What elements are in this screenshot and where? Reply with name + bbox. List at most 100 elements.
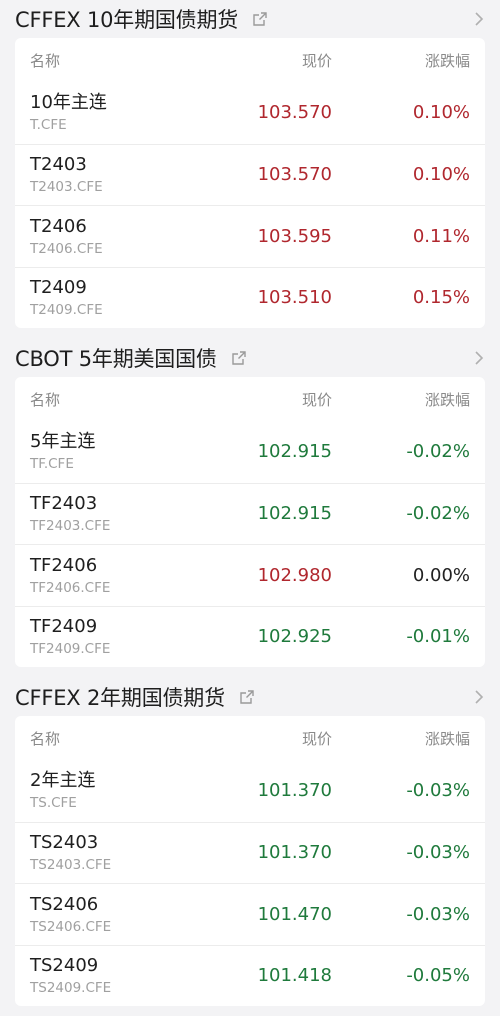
external-link-icon[interactable] xyxy=(231,350,247,366)
instrument-cell: TF2409 TF2409.CFE xyxy=(30,615,212,658)
header-price[interactable]: 现价 xyxy=(212,50,332,71)
instrument-cell: 5年主连 TF.CFE xyxy=(30,430,212,473)
instrument-code: T2403.CFE xyxy=(30,179,103,196)
quote-table: 名称 现价 涨跌幅 2年主连 TS.CFE 101.370 -0.03% TS2403 T… xyxy=(15,716,485,1006)
instrument-code: TS2403.CFE xyxy=(30,857,112,874)
instrument-cell: 2年主连 TS.CFE xyxy=(30,769,212,812)
table-row[interactable]: T2409 T2409.CFE 103.510 0.15% xyxy=(15,266,485,329)
table-row[interactable]: TS2406 TS2406.CFE 101.470 -0.03% xyxy=(15,883,485,945)
current-price: 102.980 xyxy=(257,564,332,586)
chevron-right-icon[interactable] xyxy=(474,11,484,27)
header-price[interactable]: 现价 xyxy=(212,389,332,410)
section-header[interactable]: CFFEX 2年期国债期货 xyxy=(0,678,500,716)
section-cffex-2y: CFFEX 2年期国债期货 名称 现价 涨跌幅 2年主连 TS.CFE 101.37… xyxy=(0,678,500,1006)
instrument-cell: TS2406 TS2406.CFE xyxy=(30,893,212,936)
instrument-cell: TS2403 TS2403.CFE xyxy=(30,831,212,874)
section-title: CBOT 5年期美国国债 xyxy=(15,347,217,371)
current-price: 101.370 xyxy=(257,780,332,802)
instrument-cell: T2403 T2403.CFE xyxy=(30,153,212,196)
change-percent: -0.02% xyxy=(406,441,470,463)
change-percent: 0.00% xyxy=(412,564,470,586)
section-cffex-10y: CFFEX 10年期国债期货 名称 现价 涨跌幅 10年主连 T.CFE 103.5… xyxy=(0,0,500,328)
instrument-name: TF2406 xyxy=(30,554,98,576)
table-header: 名称 现价 涨跌幅 xyxy=(15,716,485,760)
change-percent: 0.11% xyxy=(412,225,470,247)
instrument-code: T.CFE xyxy=(30,117,67,134)
table-header: 名称 现价 涨跌幅 xyxy=(15,377,485,421)
header-name: 名称 xyxy=(30,51,61,70)
change-percent: -0.05% xyxy=(406,965,470,987)
instrument-code: TS2406.CFE xyxy=(30,918,112,935)
header-change[interactable]: 涨跌幅 xyxy=(332,50,470,71)
header-name: 名称 xyxy=(30,390,61,409)
current-price: 103.570 xyxy=(257,102,332,124)
table-row[interactable]: TF2406 TF2406.CFE 102.980 0.00% xyxy=(15,544,485,606)
chevron-right-icon[interactable] xyxy=(474,350,484,366)
instrument-code: TF2409.CFE xyxy=(30,641,111,658)
instrument-cell: T2406 T2406.CFE xyxy=(30,215,212,258)
instrument-name: TF2409 xyxy=(30,616,98,638)
table-header: 名称 现价 涨跌幅 xyxy=(15,38,485,82)
change-percent: 0.10% xyxy=(412,102,470,124)
instrument-name: TF2403 xyxy=(30,493,98,515)
table-row[interactable]: 10年主连 T.CFE 103.570 0.10% xyxy=(15,82,485,144)
instrument-name: TS2403 xyxy=(30,832,99,854)
current-price: 102.915 xyxy=(257,503,332,525)
change-percent: -0.01% xyxy=(406,626,470,648)
current-price: 101.418 xyxy=(257,965,332,987)
table-row[interactable]: TF2403 TF2403.CFE 102.915 -0.02% xyxy=(15,482,485,545)
change-percent: -0.03% xyxy=(406,903,470,925)
table-row[interactable]: T2403 T2403.CFE 103.570 0.10% xyxy=(15,143,485,206)
table-row[interactable]: TS2403 TS2403.CFE 101.370 -0.03% xyxy=(15,821,485,884)
instrument-cell: TS2409 TS2409.CFE xyxy=(30,954,212,997)
instrument-cell: 10年主连 T.CFE xyxy=(30,91,212,134)
section-cbot-5y: CBOT 5年期美国国债 名称 现价 涨跌幅 5年主连 TF.CFE 102.915… xyxy=(0,339,500,667)
change-percent: -0.03% xyxy=(406,842,470,864)
instrument-code: TF2403.CFE xyxy=(30,518,111,535)
quote-table: 名称 现价 涨跌幅 5年主连 TF.CFE 102.915 -0.02% TF2403 T… xyxy=(15,377,485,667)
instrument-cell: T2409 T2409.CFE xyxy=(30,276,212,319)
section-title: CFFEX 2年期国债期货 xyxy=(15,686,225,710)
change-percent: -0.03% xyxy=(406,780,470,802)
change-percent: -0.02% xyxy=(406,503,470,525)
header-name: 名称 xyxy=(30,729,61,748)
current-price: 101.470 xyxy=(257,903,332,925)
instrument-name: TS2406 xyxy=(30,893,99,915)
current-price: 103.595 xyxy=(257,225,332,247)
instrument-code: T2409.CFE xyxy=(30,302,103,319)
current-price: 101.370 xyxy=(257,842,332,864)
table-row[interactable]: TF2409 TF2409.CFE 102.925 -0.01% xyxy=(15,605,485,668)
external-link-icon[interactable] xyxy=(239,689,255,705)
table-row[interactable]: TS2409 TS2409.CFE 101.418 -0.05% xyxy=(15,944,485,1007)
current-price: 103.510 xyxy=(257,287,332,309)
instrument-name: TS2409 xyxy=(30,955,99,977)
instrument-name: 2年主连 xyxy=(30,770,96,792)
external-link-icon[interactable] xyxy=(252,11,268,27)
instrument-code: TS2409.CFE xyxy=(30,980,112,997)
table-row[interactable]: 2年主连 TS.CFE 101.370 -0.03% xyxy=(15,760,485,822)
current-price: 102.915 xyxy=(257,441,332,463)
section-header[interactable]: CFFEX 10年期国债期货 xyxy=(0,0,500,38)
instrument-cell: TF2406 TF2406.CFE xyxy=(30,554,212,597)
header-change[interactable]: 涨跌幅 xyxy=(332,389,470,410)
quote-table: 名称 现价 涨跌幅 10年主连 T.CFE 103.570 0.10% T2403 T24… xyxy=(15,38,485,328)
change-percent: 0.10% xyxy=(412,164,470,186)
instrument-code: TF.CFE xyxy=(30,456,74,473)
chevron-right-icon[interactable] xyxy=(474,689,484,705)
section-header[interactable]: CBOT 5年期美国国债 xyxy=(0,339,500,377)
instrument-name: 10年主连 xyxy=(30,92,107,114)
header-change[interactable]: 涨跌幅 xyxy=(332,728,470,749)
change-percent: 0.15% xyxy=(412,287,470,309)
instrument-name: 5年主连 xyxy=(30,431,96,453)
instrument-name: T2409 xyxy=(30,277,87,299)
current-price: 102.925 xyxy=(257,626,332,648)
table-row[interactable]: T2406 T2406.CFE 103.595 0.11% xyxy=(15,205,485,267)
instrument-code: TS.CFE xyxy=(30,795,77,812)
instrument-cell: TF2403 TF2403.CFE xyxy=(30,492,212,535)
instrument-code: TF2406.CFE xyxy=(30,579,111,596)
instrument-name: T2406 xyxy=(30,215,87,237)
current-price: 103.570 xyxy=(257,164,332,186)
header-price[interactable]: 现价 xyxy=(212,728,332,749)
table-row[interactable]: 5年主连 TF.CFE 102.915 -0.02% xyxy=(15,421,485,483)
instrument-code: T2406.CFE xyxy=(30,240,103,257)
